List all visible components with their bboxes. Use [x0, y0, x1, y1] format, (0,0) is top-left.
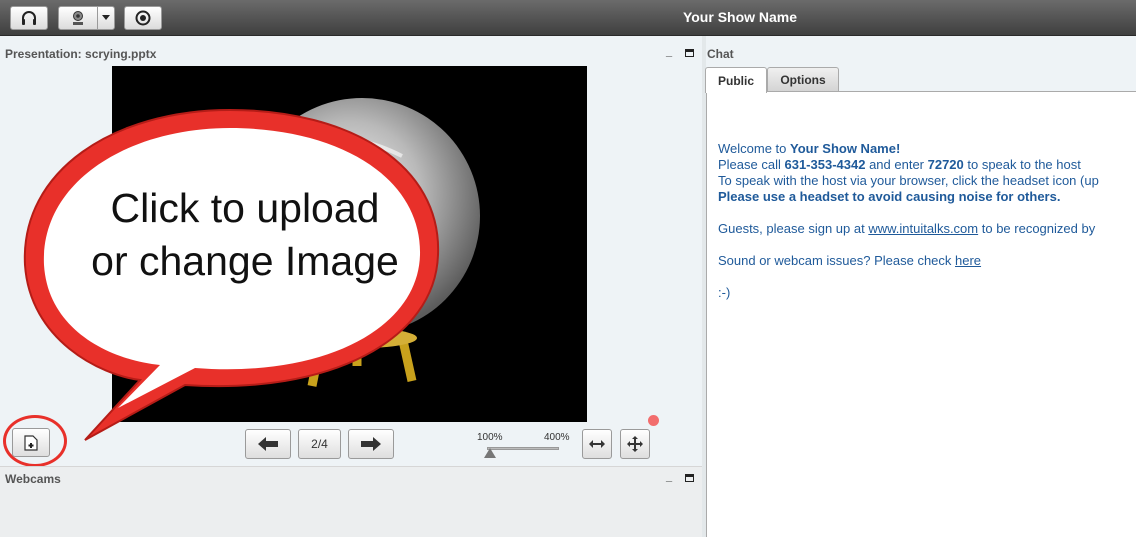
call-code: 72720	[927, 157, 964, 172]
headset-button[interactable]	[10, 6, 48, 30]
welcome-message: Welcome to Your Show Name!	[718, 141, 1136, 157]
fit-width-icon	[589, 440, 605, 448]
call-mid: and enter	[865, 157, 928, 172]
top-toolbar: Your Show Name	[0, 0, 1136, 36]
webcams-minimize-icon[interactable]: _	[666, 471, 672, 483]
presentation-maximize-icon[interactable]	[685, 49, 694, 57]
next-slide-button[interactable]	[348, 429, 394, 459]
callout-line-1: Click to upload	[110, 185, 380, 231]
callout-line-2: or change Image	[91, 238, 399, 284]
dropdown-arrow-icon	[102, 15, 110, 20]
welcome-name: Your Show Name!	[790, 141, 901, 156]
guests-prefix: Guests, please sign up at	[718, 221, 869, 236]
chat-title: Chat	[707, 47, 734, 61]
page-indicator: 2/4	[311, 437, 328, 451]
call-prefix: Please call	[718, 157, 785, 172]
presentation-title: Presentation: scrying.pptx	[5, 47, 157, 61]
tab-options-label: Options	[780, 72, 826, 87]
guests-suffix: to be recognized by	[978, 221, 1096, 236]
sound-message: Sound or webcam issues? Please check her…	[718, 253, 1136, 269]
zoom-slider-track[interactable]	[487, 447, 559, 450]
webcam-button[interactable]	[58, 6, 98, 30]
recording-indicator	[648, 415, 659, 426]
show-name: Your Show Name	[682, 9, 798, 25]
headset-icon	[22, 11, 36, 25]
tab-public[interactable]: Public	[705, 67, 767, 93]
headset-message: Please use a headset to avoid causing no…	[718, 189, 1136, 205]
zoom-max-label: 400%	[544, 432, 570, 443]
sound-prefix: Sound or webcam issues? Please check	[718, 253, 956, 268]
record-icon	[135, 10, 151, 26]
webcams-maximize-icon[interactable]	[685, 474, 694, 482]
zoom-min-label: 100%	[477, 432, 503, 443]
upload-presentation-button[interactable]	[12, 428, 50, 457]
tab-options[interactable]: Options	[767, 67, 839, 91]
welcome-prefix: Welcome to	[718, 141, 791, 156]
page-indicator-button[interactable]: 2/4	[298, 429, 341, 459]
chat-messages: Welcome to Your Show Name! Please call 6…	[718, 141, 1136, 301]
arrow-left-icon	[258, 437, 278, 451]
smiley-message: :-)	[718, 285, 731, 300]
headset-message-text: Please use a headset to avoid causing no…	[718, 189, 1061, 204]
webcam-dropdown-button[interactable]	[97, 6, 115, 30]
zoom-slider-thumb[interactable]	[484, 448, 496, 458]
guests-message: Guests, please sign up at www.intuitalks…	[718, 221, 1136, 237]
webcams-panel	[0, 466, 702, 537]
previous-slide-button[interactable]	[245, 429, 291, 459]
call-message: Please call 631-353-4342 and enter 72720…	[718, 157, 1136, 173]
app-window: Your Show Name Presentation: scrying.ppt…	[0, 0, 1136, 537]
move-icon	[627, 436, 643, 452]
tab-public-label: Public	[717, 73, 754, 88]
callout-text: Click to upload or change Image	[60, 182, 430, 288]
upload-file-icon	[24, 434, 38, 451]
record-button[interactable]	[124, 6, 162, 30]
browser-message: To speak with the host via your browser,…	[718, 173, 1099, 188]
move-button[interactable]	[620, 429, 650, 459]
intuitalks-link[interactable]: www.intuitalks.com	[868, 221, 978, 236]
call-number: 631-353-4342	[784, 157, 866, 172]
call-suffix: to speak to the host	[963, 157, 1081, 172]
fit-width-button[interactable]	[582, 429, 612, 459]
arrow-right-icon	[361, 437, 381, 451]
presentation-minimize-icon[interactable]: _	[666, 46, 672, 58]
webcam-icon	[73, 11, 83, 25]
webcams-title: Webcams	[5, 472, 61, 486]
help-here-link[interactable]: here	[955, 253, 981, 268]
